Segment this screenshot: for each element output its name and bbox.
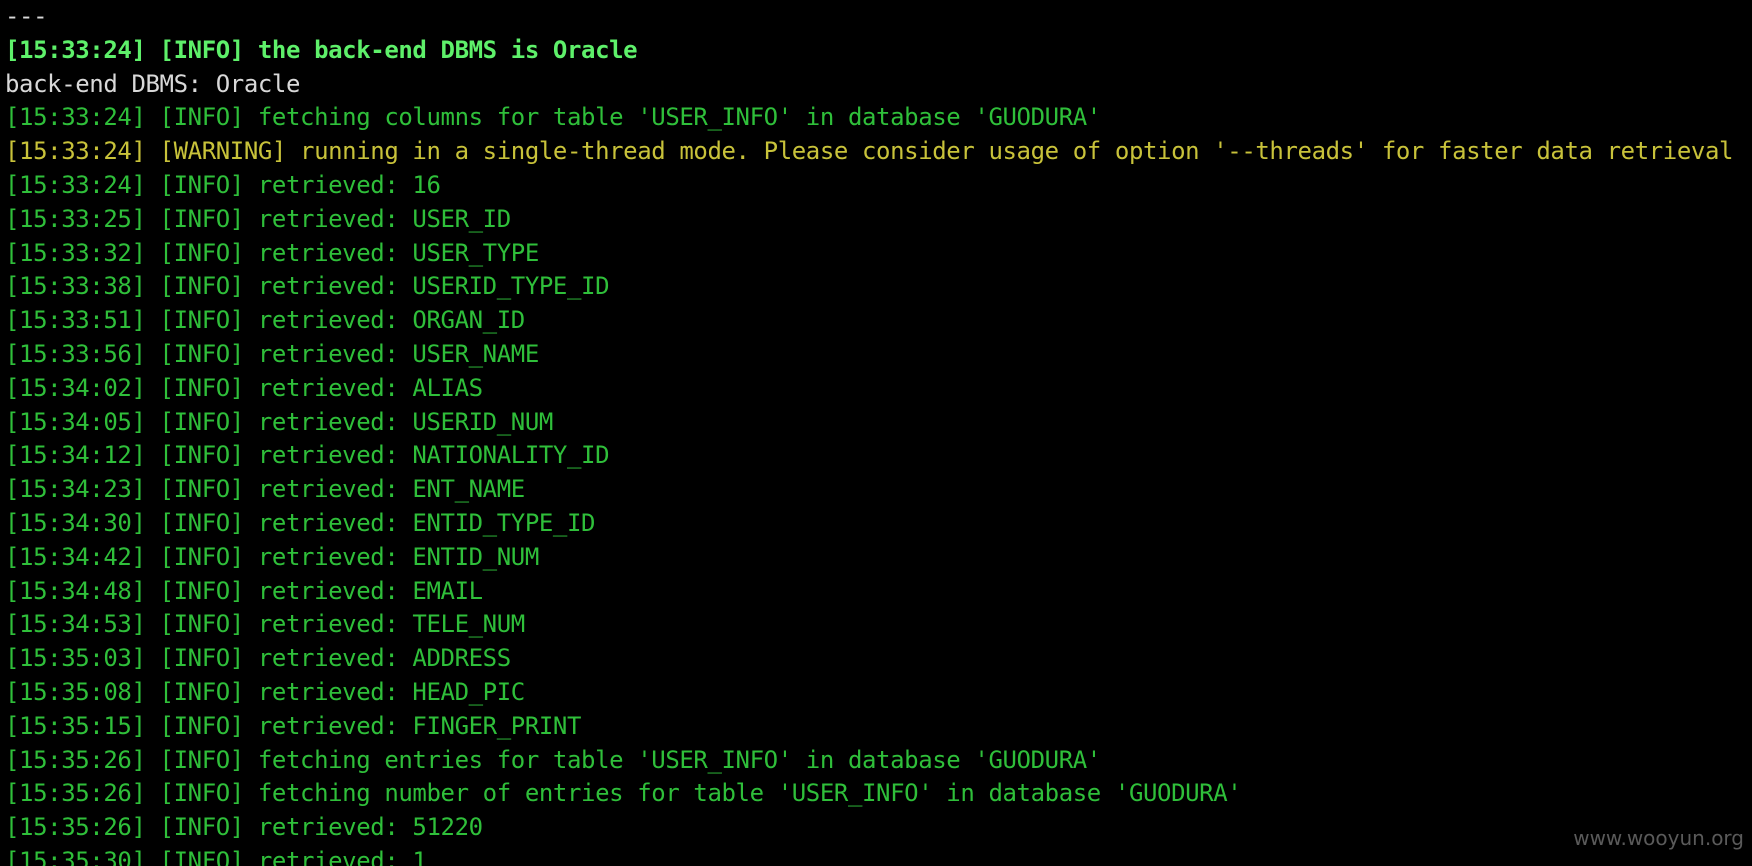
terminal-line: [15:33:24] [INFO] fetching columns for t… xyxy=(5,103,1101,132)
terminal-line: [15:34:12] [INFO] retrieved: NATIONALITY… xyxy=(5,441,610,470)
terminal-line: [15:33:56] [INFO] retrieved: USER_NAME xyxy=(5,339,539,368)
watermark: www.wooyun.org xyxy=(1573,826,1744,850)
terminal-line: [15:33:24] [WARNING] running in a single… xyxy=(5,137,1734,166)
terminal-line: [15:35:26] [INFO] retrieved: 51220 xyxy=(5,813,483,842)
terminal-line: [15:34:23] [INFO] retrieved: ENT_NAME xyxy=(5,475,525,504)
terminal-line: back-end DBMS: Oracle xyxy=(5,69,301,98)
terminal-line: [15:33:24] [INFO] the back-end DBMS is O… xyxy=(5,35,638,64)
terminal-line: [15:35:26] [INFO] fetching number of ent… xyxy=(5,779,1242,808)
terminal-line: [15:35:03] [INFO] retrieved: ADDRESS xyxy=(5,644,511,673)
terminal-line: [15:35:15] [INFO] retrieved: FINGER_PRIN… xyxy=(5,711,582,740)
terminal-line: [15:33:32] [INFO] retrieved: USER_TYPE xyxy=(5,238,539,267)
terminal-line: [15:34:02] [INFO] retrieved: ALIAS xyxy=(5,373,483,402)
terminal-line: [15:35:26] [INFO] fetching entries for t… xyxy=(5,745,1101,774)
terminal-line: --- xyxy=(5,2,48,30)
terminal-line: [15:33:24] [INFO] retrieved: 16 xyxy=(5,170,441,199)
terminal-line: [15:33:51] [INFO] retrieved: ORGAN_ID xyxy=(5,306,525,335)
terminal-window[interactable]: --- [15:33:24] [INFO] the back-end DBMS i… xyxy=(0,0,1752,866)
terminal-line: [15:35:30] [INFO] retrieved: 1 xyxy=(5,846,427,866)
terminal-line: [15:33:38] [INFO] retrieved: USERID_TYPE… xyxy=(5,272,610,301)
terminal-line: [15:34:05] [INFO] retrieved: USERID_NUM xyxy=(5,407,553,436)
terminal-line: [15:34:48] [INFO] retrieved: EMAIL xyxy=(5,576,483,605)
terminal-line: [15:33:25] [INFO] retrieved: USER_ID xyxy=(5,204,511,233)
terminal-line: [15:34:42] [INFO] retrieved: ENTID_NUM xyxy=(5,542,539,571)
terminal-output: --- [15:33:24] [INFO] the back-end DBMS i… xyxy=(5,0,1733,866)
terminal-line: [15:34:30] [INFO] retrieved: ENTID_TYPE_… xyxy=(5,508,596,537)
terminal-line: [15:35:08] [INFO] retrieved: HEAD_PIC xyxy=(5,677,525,706)
terminal-line: [15:34:53] [INFO] retrieved: TELE_NUM xyxy=(5,610,525,639)
